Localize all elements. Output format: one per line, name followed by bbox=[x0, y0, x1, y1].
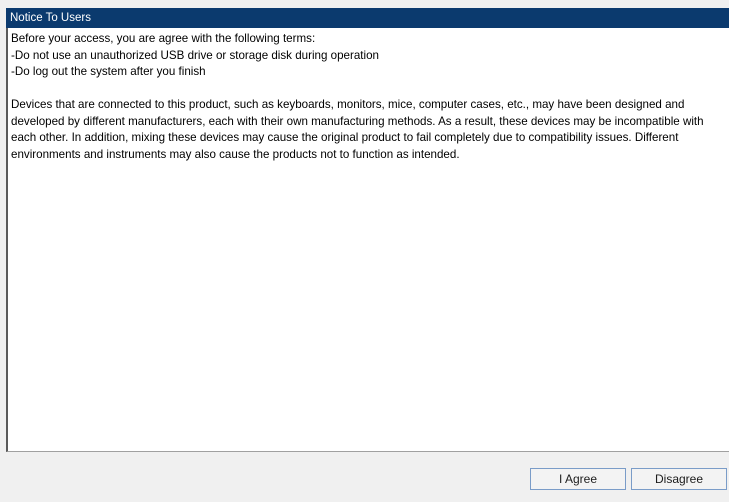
agree-button[interactable]: I Agree bbox=[530, 468, 626, 490]
dialog-title: Notice To Users bbox=[6, 8, 729, 28]
term-item: -Do not use an unauthorized USB drive or… bbox=[11, 48, 379, 62]
body-line: each other. In addition, mixing these de… bbox=[11, 131, 679, 144]
notice-dialog: Notice To Users Before your access, you … bbox=[0, 0, 729, 502]
body-line: environments and instruments may also ca… bbox=[11, 147, 460, 161]
term-item: -Do log out the system after you finish bbox=[11, 65, 206, 78]
intro-text: Before your access, you are agree with t… bbox=[11, 32, 316, 45]
notice-text-area: Before your access, you are agree with t… bbox=[6, 28, 729, 452]
body-line: developed by different manufacturers, ea… bbox=[11, 114, 704, 128]
dialog-footer: I Agree Disagree bbox=[6, 452, 729, 502]
disagree-button[interactable]: Disagree bbox=[631, 468, 727, 490]
body-line: Devices that are connected to this produ… bbox=[11, 98, 685, 111]
